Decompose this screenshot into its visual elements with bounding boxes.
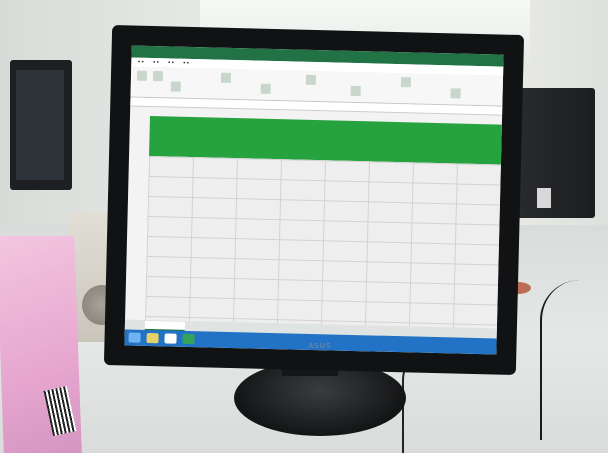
monitor-brand-logo: ASUS [308,342,332,350]
start-icon [128,332,141,343]
ribbon-icon [305,74,317,86]
taskbar-icon [146,332,159,344]
secondary-monitor-screen [16,70,64,180]
ribbon-icon [400,77,412,88]
ribbon-icon [450,88,461,99]
taskbar-icon [182,333,195,345]
monitor-screen: •• •• •• •• [124,45,504,355]
ribbon-icon [350,85,361,97]
ribbon-tab: •• [137,58,145,66]
spreadsheet-grid [145,155,501,329]
ribbon-icon [170,81,181,92]
ribbon-icon [152,71,164,82]
cable [540,280,608,440]
pc-tower-badge [537,188,551,208]
ribbon-icon [260,83,271,94]
ribbon-tab: •• [167,59,175,67]
ribbon-icon [220,72,232,83]
taskbar-icon [164,333,177,344]
paste-icon [136,70,148,81]
ribbon-tab: •• [152,59,160,67]
ribbon-tab: •• [182,59,190,67]
